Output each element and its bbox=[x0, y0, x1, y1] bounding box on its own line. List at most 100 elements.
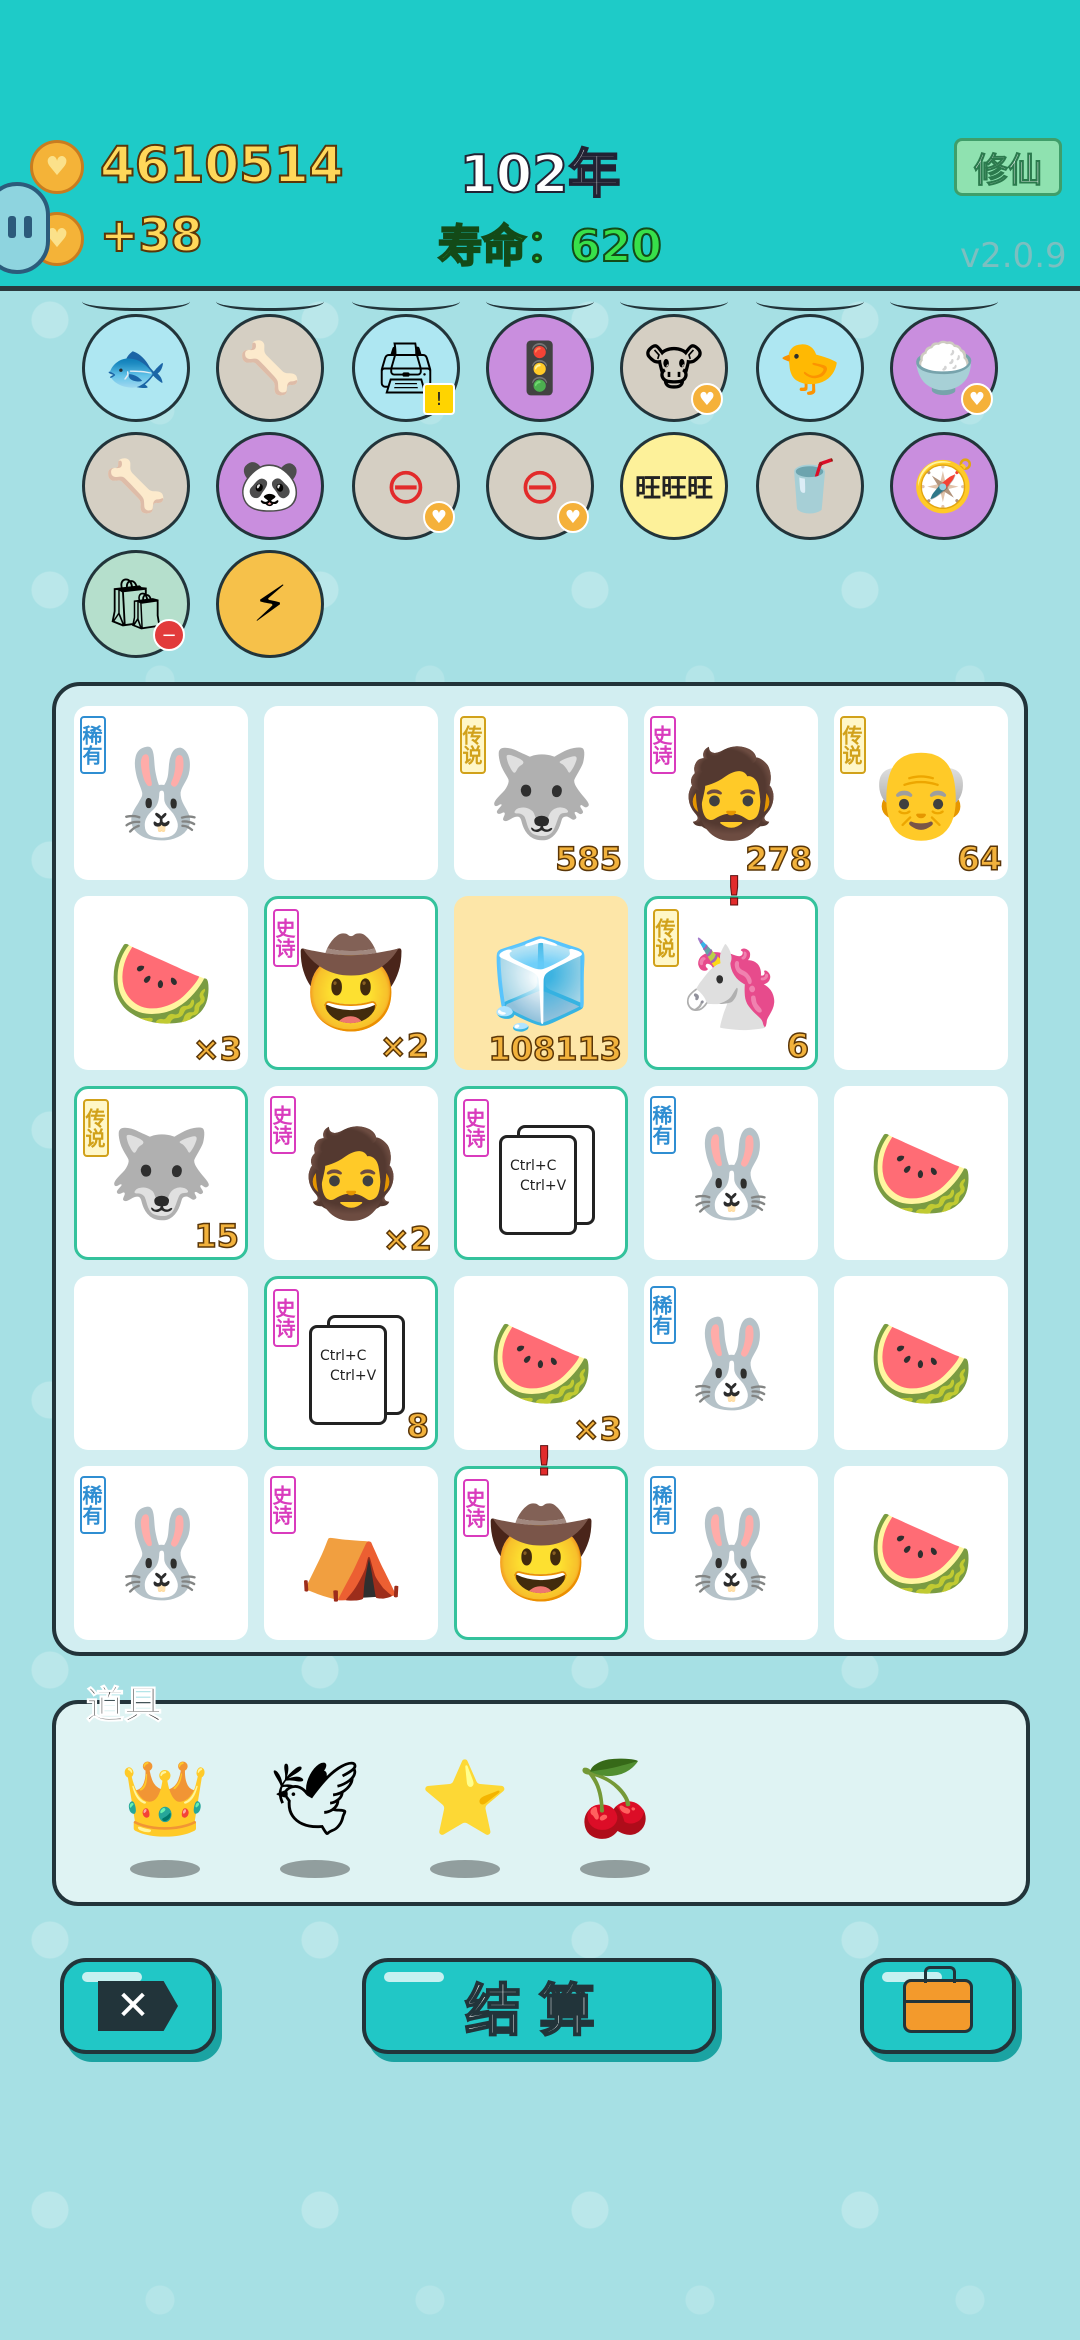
board-cell[interactable]: 🧔 史诗 ×2 bbox=[264, 1086, 438, 1260]
cell-count: 278 bbox=[744, 839, 812, 879]
board-cell[interactable]: 🦄 传说 ! 6 bbox=[644, 869, 818, 1070]
board-cell[interactable]: Ctrl+C Ctrl+V 史诗 8 bbox=[264, 1276, 438, 1450]
watermelon-icon: 🍉 bbox=[867, 1313, 975, 1414]
board-cell[interactable]: 🧊 108113 bbox=[454, 896, 628, 1070]
board-cell[interactable]: 🤠 史诗 ! bbox=[454, 1439, 628, 1640]
fish-tank-icon[interactable]: 🐟 bbox=[82, 314, 190, 422]
rarity-tag: 稀有 bbox=[649, 1476, 676, 1534]
partial-icon bbox=[216, 292, 324, 311]
board-cell[interactable]: 👴 传说 64 bbox=[834, 706, 1008, 880]
settle-button[interactable]: 结算 bbox=[362, 1958, 716, 2054]
close-button[interactable]: ✕ bbox=[60, 1958, 216, 2054]
copy-paste-card: Ctrl+C Ctrl+V bbox=[309, 1315, 407, 1427]
board-cell[interactable]: 🐰 稀有 bbox=[644, 1086, 818, 1260]
board-cell-empty[interactable] bbox=[264, 706, 438, 880]
gold-coin-icon: ♥ bbox=[30, 140, 84, 194]
floating-menu-button[interactable] bbox=[0, 182, 50, 274]
rarity-tag: 史诗 bbox=[272, 1289, 299, 1347]
ctrl-v-text: Ctrl+V bbox=[330, 1368, 377, 1384]
ctrl-c-text: Ctrl+C bbox=[320, 1348, 367, 1364]
cell-count: 6 bbox=[786, 1026, 810, 1066]
lightning-icon[interactable]: ⚡ bbox=[216, 550, 324, 658]
board-cell[interactable]: 🍉 ×3 bbox=[74, 896, 248, 1070]
game-board: 🐰 稀有 🐺 传说 585 🧔 史诗 278 👴 传说 64 🍉 ×3 🤠 史诗… bbox=[52, 682, 1028, 1656]
rarity-tag: 传说 bbox=[459, 716, 486, 774]
ctrl-v-text: Ctrl+V bbox=[520, 1178, 567, 1194]
partial-icon bbox=[620, 292, 728, 311]
board-cell-empty[interactable] bbox=[834, 896, 1008, 1070]
board-cell[interactable]: 🐰 稀有 bbox=[74, 706, 248, 880]
board-cell[interactable]: 🐰 稀有 bbox=[644, 1466, 818, 1640]
printer-icon[interactable]: 🖨! bbox=[352, 314, 460, 422]
prop-shadow bbox=[430, 1860, 500, 1878]
remove-icon: − bbox=[153, 619, 185, 651]
board-cell[interactable]: 🍉 bbox=[834, 1086, 1008, 1260]
heart-icon: ♥ bbox=[557, 501, 589, 533]
board-cell[interactable]: 🐺 传说 585 bbox=[454, 706, 628, 880]
cell-count: 15 bbox=[194, 1216, 240, 1256]
board-cell[interactable]: ⛺ 史诗 bbox=[264, 1466, 438, 1640]
rarity-tag: 稀有 bbox=[79, 716, 106, 774]
heart-icon: ♥ bbox=[961, 383, 993, 415]
chick-egg-icon[interactable]: 🐤 bbox=[756, 314, 864, 422]
watermelon-icon: 🍉 bbox=[867, 1123, 975, 1224]
board-cell[interactable]: Ctrl+C Ctrl+V 史诗 bbox=[454, 1086, 628, 1260]
top-hud: ♥ 4610514 ♥ +38 102年 寿命：620 修仙 v2.0.9 bbox=[0, 0, 1080, 291]
trash-bag-icon[interactable]: 🛍 − bbox=[82, 550, 190, 658]
rarity-tag: 传说 bbox=[652, 909, 679, 967]
rarity-tag: 稀有 bbox=[649, 1096, 676, 1154]
rarity-tag: 稀有 bbox=[79, 1476, 106, 1534]
cows-icon[interactable]: 🐮 ♥ bbox=[620, 314, 728, 422]
bird-icon[interactable]: 🕊 bbox=[260, 1746, 370, 1850]
gold-amount: 4610514 bbox=[99, 135, 345, 195]
board-cell[interactable]: 🍉 ×3 bbox=[454, 1276, 628, 1450]
heart-icon: ♥ bbox=[691, 383, 723, 415]
button-gloss bbox=[384, 1972, 444, 1982]
board-cell[interactable]: 🍉 bbox=[834, 1276, 1008, 1450]
star-icon[interactable]: ⭐ bbox=[410, 1746, 520, 1850]
partial-icon bbox=[890, 292, 998, 311]
inventory-button[interactable] bbox=[860, 1958, 1016, 2054]
partial-icon bbox=[756, 292, 864, 311]
board-cell-empty[interactable] bbox=[74, 1276, 248, 1450]
cell-count: 64 bbox=[957, 839, 1003, 879]
card-sheet: Ctrl+C Ctrl+V bbox=[499, 1135, 577, 1235]
version-label: v2.0.9 bbox=[960, 236, 1067, 276]
panda-icon[interactable]: 🐼 bbox=[216, 432, 324, 540]
minus-circle-icon[interactable]: ⊖ ♥ bbox=[486, 432, 594, 540]
rarity-tag: 史诗 bbox=[272, 909, 299, 967]
heart-icon: ♥ bbox=[423, 501, 455, 533]
cell-count: ×2 bbox=[382, 1219, 433, 1259]
wang-icon[interactable]: 旺旺旺 bbox=[620, 432, 728, 540]
board-cell[interactable]: 🤠 史诗 ×2 bbox=[264, 896, 438, 1070]
cultivate-button[interactable]: 修仙 bbox=[954, 138, 1062, 196]
bubble-tea-icon[interactable]: 🥤 bbox=[756, 432, 864, 540]
cell-count: ×3 bbox=[572, 1409, 623, 1449]
traffic-light-icon[interactable]: 🚦 bbox=[486, 314, 594, 422]
pet-bowl-icon[interactable]: 🦴 bbox=[82, 432, 190, 540]
prop-shadow bbox=[130, 1860, 200, 1878]
rarity-tag: 传说 bbox=[82, 1099, 109, 1157]
ctrl-c-text: Ctrl+C bbox=[510, 1158, 557, 1174]
rarity-tag: 传说 bbox=[839, 716, 866, 774]
card-sheet: Ctrl+C Ctrl+V bbox=[309, 1325, 387, 1425]
board-cell[interactable]: 🧔 史诗 278 bbox=[644, 706, 818, 880]
warning-icon: ! bbox=[423, 383, 455, 415]
cell-count: 585 bbox=[554, 839, 622, 879]
crown-icon[interactable]: 👑 bbox=[110, 1746, 220, 1850]
board-cell[interactable]: 🐰 稀有 bbox=[74, 1466, 248, 1640]
rice-bowl-icon[interactable]: 🍚 ♥ bbox=[890, 314, 998, 422]
lychee-icon[interactable]: 🍒 bbox=[560, 1746, 670, 1850]
rarity-tag: 稀有 bbox=[649, 1286, 676, 1344]
board-cell[interactable]: 🐺 传说 15 bbox=[74, 1086, 248, 1260]
board-cell[interactable]: 🐰 稀有 bbox=[644, 1276, 818, 1450]
pet-bowl-icon[interactable]: 🦴 bbox=[216, 314, 324, 422]
rarity-tag: 史诗 bbox=[269, 1476, 296, 1534]
compass-icon[interactable]: 🧭 bbox=[890, 432, 998, 540]
alert-icon: ! bbox=[534, 1439, 554, 1486]
cell-count: 8 bbox=[406, 1406, 430, 1446]
partial-icon bbox=[486, 292, 594, 311]
board-cell[interactable]: 🍉 bbox=[834, 1466, 1008, 1640]
prop-shadow bbox=[280, 1860, 350, 1878]
minus-circle-icon[interactable]: ⊖ ♥ bbox=[352, 432, 460, 540]
